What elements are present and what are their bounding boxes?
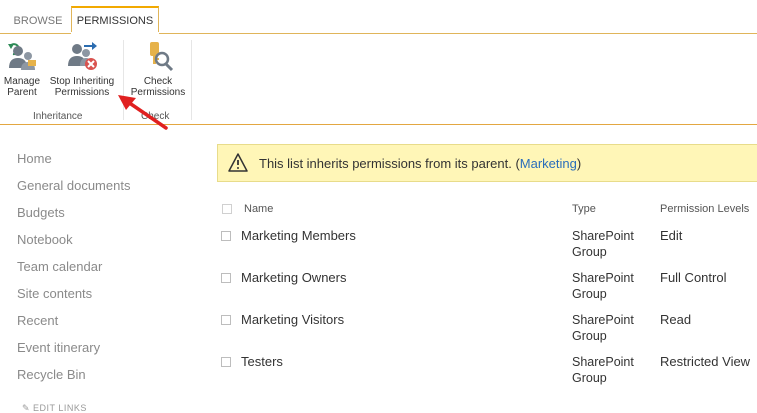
table-row: Marketing Members SharePoint Group Edit <box>0 228 757 270</box>
edit-links-label: EDIT LINKS <box>33 403 87 413</box>
table-row: Testers SharePoint Group Restricted View <box>0 354 757 396</box>
row-name[interactable]: Testers <box>241 354 283 369</box>
column-header-permission-levels[interactable]: Permission Levels <box>660 203 749 215</box>
stop-inheriting-label: Permissions <box>54 87 110 98</box>
stop-inheriting-permissions-button[interactable]: Stop Inheriting Permissions <box>44 40 120 98</box>
row-type-line: SharePoint <box>572 229 634 243</box>
row-type-line: SharePoint <box>572 313 634 327</box>
row-type-line: SharePoint <box>572 271 634 285</box>
banner-text: This list inherits permissions from its … <box>259 156 520 171</box>
tab-permissions[interactable]: PERMISSIONS <box>71 6 159 32</box>
row-type: SharePoint Group <box>572 354 652 386</box>
row-name[interactable]: Marketing Visitors <box>241 312 344 327</box>
stop-inheriting-icon <box>66 40 98 72</box>
ribbon-tab-bar: BROWSE PERMISSIONS <box>0 0 757 34</box>
inheritance-banner: This list inherits permissions from its … <box>217 144 757 182</box>
row-name[interactable]: Marketing Members <box>241 228 356 243</box>
group-label-inheritance: Inheritance <box>33 111 83 122</box>
row-checkbox[interactable] <box>221 315 231 325</box>
banner-text-close: ) <box>576 156 582 171</box>
table-row: Marketing Visitors SharePoint Group Read <box>0 312 757 354</box>
parent-site-link[interactable]: Marketing <box>520 156 577 171</box>
manage-parent-label: Parent <box>7 87 37 98</box>
row-type-line: SharePoint <box>572 355 634 369</box>
row-permission-level: Full Control <box>660 270 727 285</box>
row-type-line: Group <box>572 329 607 343</box>
nav-item-general-documents[interactable]: General documents <box>17 172 197 199</box>
stop-inheriting-label: Stop Inheriting <box>49 76 115 87</box>
check-permissions-icon <box>142 40 174 72</box>
column-header-type[interactable]: Type <box>572 203 596 215</box>
row-checkbox[interactable] <box>221 231 231 241</box>
table-row: Marketing Owners SharePoint Group Full Co… <box>0 270 757 312</box>
group-separator <box>191 40 192 120</box>
manage-parent-label: Manage <box>3 76 41 87</box>
tab-browse[interactable]: BROWSE <box>10 8 66 34</box>
row-checkbox[interactable] <box>221 357 231 367</box>
nav-item-home[interactable]: Home <box>17 145 197 172</box>
row-name[interactable]: Marketing Owners <box>241 270 346 285</box>
banner-message: This list inherits permissions from its … <box>259 156 581 171</box>
row-type: SharePoint Group <box>572 270 652 302</box>
row-permission-level: Restricted View <box>660 354 751 369</box>
row-permission-level: Read <box>660 312 692 327</box>
row-checkbox[interactable] <box>221 273 231 283</box>
row-type-line: Group <box>572 371 607 385</box>
manage-parent-button[interactable]: Manage Parent <box>0 40 44 98</box>
annotation-arrow-icon <box>118 95 168 130</box>
pencil-icon: ✎ <box>22 403 34 413</box>
row-type-line: Group <box>572 245 607 259</box>
nav-item-budgets[interactable]: Budgets <box>17 199 197 226</box>
row-type: SharePoint Group <box>572 312 652 344</box>
select-all-checkbox[interactable] <box>222 204 232 214</box>
row-type-line: Group <box>572 287 607 301</box>
check-permissions-label: Check <box>143 76 173 87</box>
column-header-name[interactable]: Name <box>244 203 273 215</box>
row-permission-level: Edit <box>660 228 683 243</box>
edit-links-button[interactable]: ✎ EDIT LINKS <box>22 403 87 413</box>
manage-parent-icon <box>6 40 38 72</box>
warning-icon <box>228 153 248 172</box>
row-type: SharePoint Group <box>572 228 652 260</box>
